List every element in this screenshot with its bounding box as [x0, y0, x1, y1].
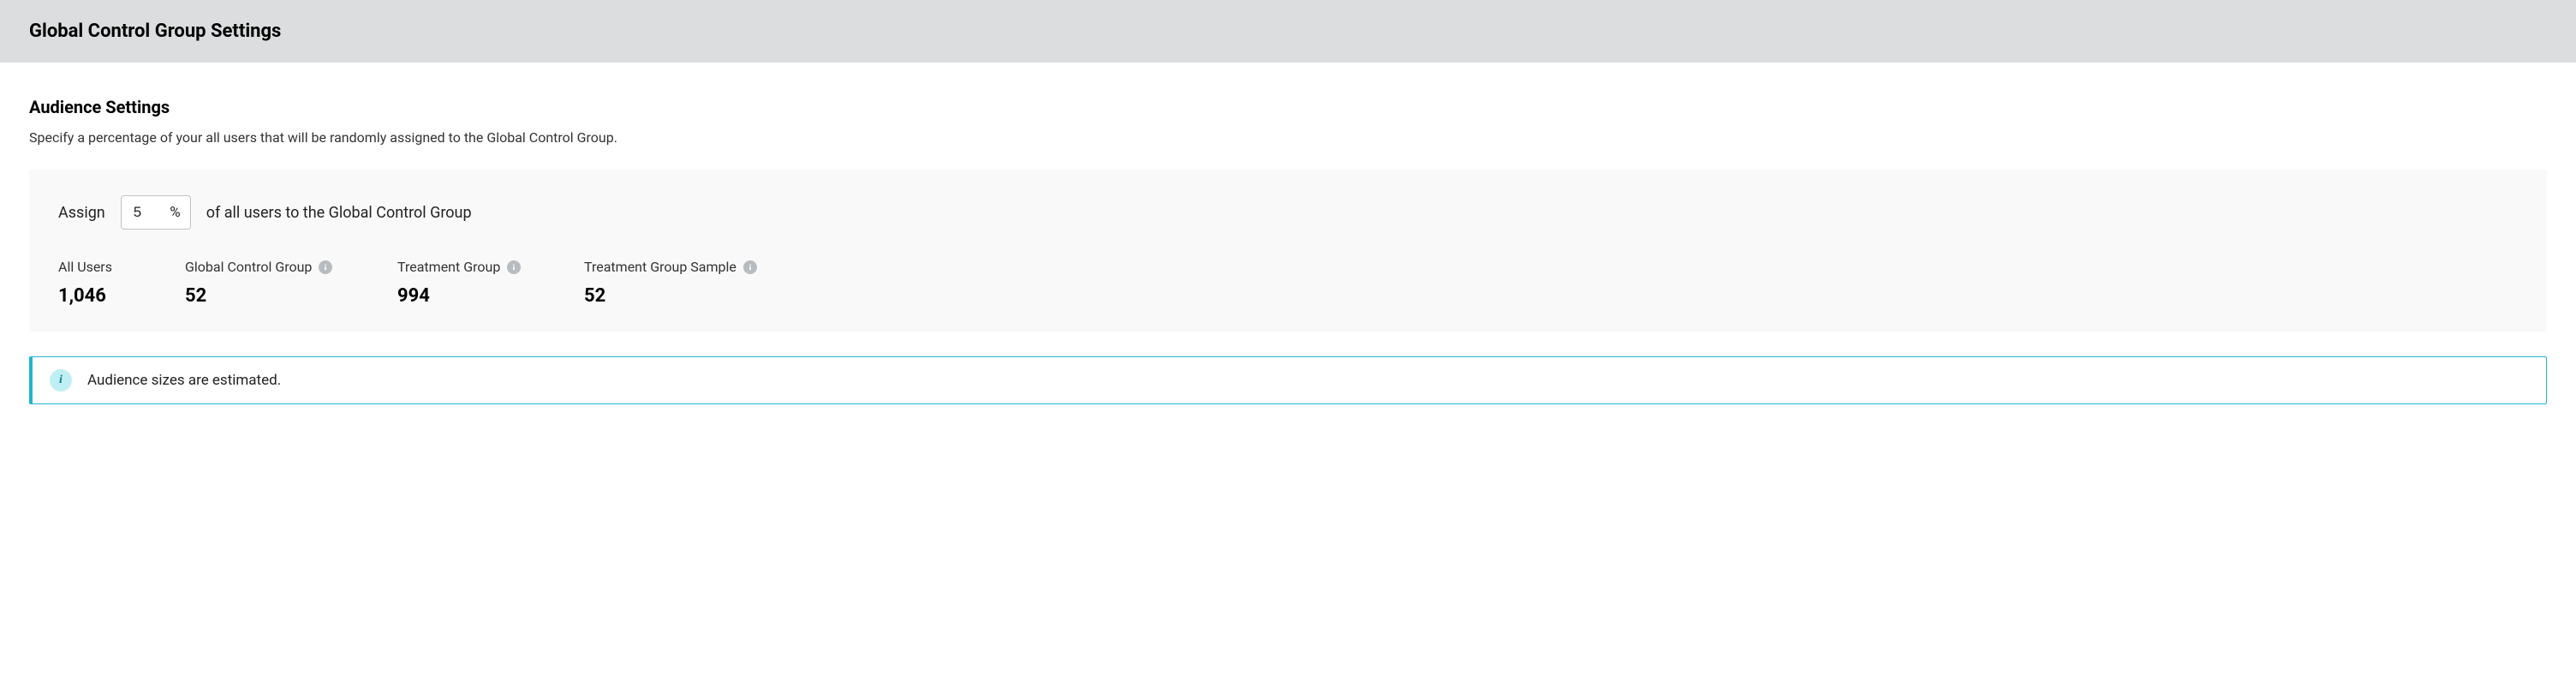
- stat-global-control-label: Global Control Group: [185, 259, 312, 275]
- info-letter-i: i: [59, 373, 63, 387]
- assign-suffix-label: of all users to the Global Control Group: [206, 204, 472, 222]
- stat-treatment-sample: Treatment Group Sample 52: [584, 259, 757, 307]
- stat-all-users-label-row: All Users: [58, 259, 144, 275]
- content-area: Audience Settings Specify a percentage o…: [0, 63, 2576, 404]
- stat-treatment-value: 994: [397, 285, 543, 307]
- percent-input[interactable]: [121, 195, 191, 230]
- info-alert-icon: i: [50, 369, 72, 391]
- stat-treatment-label: Treatment Group: [397, 259, 500, 275]
- stat-global-control-value: 52: [185, 285, 356, 307]
- stat-treatment-sample-label-row: Treatment Group Sample: [584, 259, 757, 275]
- stat-treatment-label-row: Treatment Group: [397, 259, 543, 275]
- percent-input-wrap: %: [121, 195, 191, 230]
- stat-all-users-label: All Users: [58, 259, 112, 275]
- stat-global-control: Global Control Group 52: [185, 259, 356, 307]
- assign-prefix-label: Assign: [58, 204, 105, 222]
- stat-treatment: Treatment Group 994: [397, 259, 543, 307]
- assign-row: Assign % of all users to the Global Cont…: [58, 195, 2518, 230]
- audience-settings-description: Specify a percentage of your all users t…: [29, 129, 2547, 146]
- page-title: Global Control Group Settings: [29, 21, 2547, 42]
- info-alert: i Audience sizes are estimated.: [29, 356, 2547, 404]
- audience-settings-title: Audience Settings: [29, 97, 2547, 117]
- stat-treatment-sample-value: 52: [584, 285, 757, 307]
- stat-global-control-label-row: Global Control Group: [185, 259, 356, 275]
- info-icon[interactable]: [743, 260, 757, 274]
- stat-all-users-value: 1,046: [58, 285, 144, 307]
- page-header: Global Control Group Settings: [0, 0, 2576, 63]
- stats-row: All Users 1,046 Global Control Group 52 …: [58, 259, 2518, 307]
- info-icon[interactable]: [507, 260, 521, 274]
- stat-treatment-sample-label: Treatment Group Sample: [584, 259, 736, 275]
- info-alert-text: Audience sizes are estimated.: [87, 372, 281, 389]
- stat-all-users: All Users 1,046: [58, 259, 144, 307]
- info-icon[interactable]: [319, 260, 332, 274]
- audience-panel: Assign % of all users to the Global Cont…: [29, 170, 2547, 332]
